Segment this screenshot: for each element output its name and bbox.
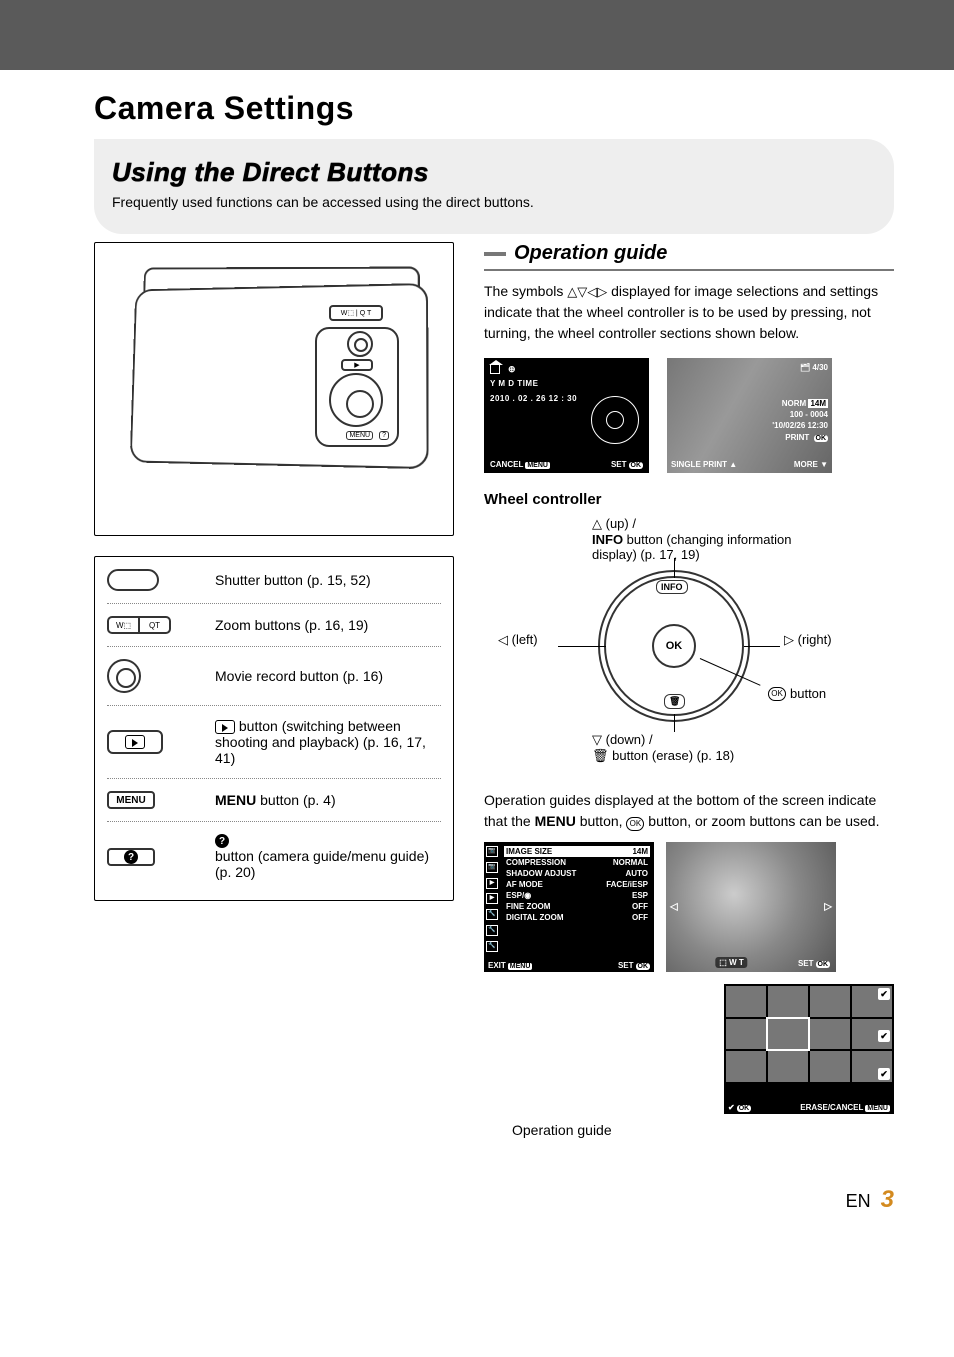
wrench1-icon: 🔧 bbox=[486, 909, 498, 920]
wheel-up-label: △ (up) / INFO button (changing informati… bbox=[592, 516, 822, 562]
section-subtitle: Using the Direct Buttons bbox=[112, 157, 870, 188]
wheel-down-label: ▽ (down) /🗑 button (erase) (p. 18) bbox=[592, 732, 734, 764]
ymd-header: Y M D TIME bbox=[490, 379, 643, 388]
up-arrow-icon: ▲ bbox=[729, 460, 737, 469]
playback-screen: 🗂 4/30 NORM 14M 100 - 0004 '10/02/26 12:… bbox=[667, 358, 832, 473]
menu-screen: 📷 📷 ▶ ▶ 🔧 🔧 🔧 IMAGE SIZE14M COMPRESSIONN… bbox=[484, 842, 654, 972]
play2-icon: ▶ bbox=[486, 878, 498, 889]
footer-lang: EN bbox=[846, 1191, 871, 1212]
help-label: ? button (camera guide/menu guide) (p. 2… bbox=[215, 834, 441, 880]
home-icon bbox=[490, 364, 500, 374]
playback-counter: 🗂 4/30 bbox=[800, 362, 828, 373]
section-desc: Frequently used functions can be accesse… bbox=[112, 194, 870, 210]
left-arrow-icon: ◁ bbox=[670, 902, 678, 913]
menu-button-icon: MENU bbox=[107, 791, 155, 809]
cam2-icon: 📷 bbox=[486, 862, 498, 873]
page-title: Camera Settings bbox=[94, 90, 894, 127]
down-arrow-icon: ▼ bbox=[820, 460, 828, 469]
zoom-preview-screen: ◁▷ ⬚ W T SETOK bbox=[666, 842, 836, 972]
movie-label: Movie record button (p. 16) bbox=[215, 668, 441, 684]
playback-meta: NORM 14M 100 - 0004 '10/02/26 12:30 PRIN… bbox=[772, 398, 828, 443]
camera-play-icon: ▶ bbox=[341, 359, 373, 371]
ok-inline-icon: OK bbox=[626, 817, 644, 831]
wrench2-icon: 🔧 bbox=[486, 925, 498, 936]
check-icon: ✔ bbox=[878, 1068, 890, 1080]
wheel-left-label: ◁ (left) bbox=[498, 632, 538, 648]
ok-center-icon: OK bbox=[652, 624, 696, 668]
wheel-right-label: ▷ (right) bbox=[784, 632, 832, 648]
menu-label: MENU button (p. 4) bbox=[215, 792, 441, 808]
playback-inline-icon bbox=[215, 720, 235, 734]
check-icon: ✔ bbox=[878, 1030, 890, 1042]
wheel-controller-heading: Wheel controller bbox=[484, 491, 894, 508]
help-button-icon: ? bbox=[107, 848, 155, 866]
operation-guide-heading: Operation guide bbox=[484, 242, 894, 271]
camera-zoom-icon: W⬚ | Q T bbox=[329, 305, 383, 321]
section-box: Using the Direct Buttons Frequently used… bbox=[94, 139, 894, 234]
menu-rows: IMAGE SIZE14M COMPRESSIONNORMAL SHADOW A… bbox=[504, 846, 650, 923]
op-guide-intro: The symbols △▽◁▷ displayed for image sel… bbox=[484, 281, 894, 344]
check-icon: ✔ bbox=[878, 988, 890, 1000]
cam-icon: 📷 bbox=[486, 846, 498, 857]
op-guide-bottom-text: Operation guides displayed at the bottom… bbox=[484, 790, 894, 832]
zoom-label: Zoom buttons (p. 16, 19) bbox=[215, 617, 441, 633]
camera-illustration-panel: W⬚ | Q T ▶ MENU? bbox=[94, 242, 454, 536]
page-content: Camera Settings Using the Direct Buttons… bbox=[0, 70, 954, 1178]
wheel-ok-label: OK button bbox=[768, 686, 826, 701]
wrench3-icon: 🔧 bbox=[486, 941, 498, 952]
page-footer: EN 3 bbox=[0, 1178, 954, 1238]
ok-small-icon: OK bbox=[768, 687, 786, 701]
help-inline-icon: ? bbox=[215, 834, 229, 848]
trash-chip-icon: 🗑 bbox=[664, 694, 685, 709]
arrow-glyphs: △▽◁▷ bbox=[567, 284, 607, 299]
button-list-panel: Shutter button (p. 15, 52) W⬚ Q T Zoom b… bbox=[94, 556, 454, 901]
top-grey-bar bbox=[0, 0, 954, 70]
footer-page-number: 3 bbox=[881, 1186, 894, 1214]
playback-button-icon bbox=[107, 730, 163, 754]
play3-icon: ▶ bbox=[486, 893, 498, 904]
operation-guide-caption: Operation guide bbox=[512, 1122, 894, 1138]
shutter-label: Shutter button (p. 15, 52) bbox=[215, 572, 441, 588]
camera-wheel-icon bbox=[329, 373, 383, 427]
wheel-diagram: △ (up) / INFO button (changing informati… bbox=[484, 516, 894, 776]
thumbnail-screen: ✔ ✔ ✔ ✔OK ERASE/CANCELMENU bbox=[724, 984, 894, 1114]
movie-record-icon bbox=[107, 659, 141, 693]
world-icon: ⊕ bbox=[508, 364, 516, 375]
camera-illustration: W⬚ | Q T ▶ MENU? bbox=[107, 255, 441, 515]
shutter-icon bbox=[107, 569, 159, 591]
playback-label: button (switching between shooting and p… bbox=[215, 718, 441, 766]
dial-icon bbox=[591, 396, 639, 444]
zoom-buttons-icon: W⬚ Q T bbox=[107, 616, 171, 634]
date-setting-screen: ⊕ Y M D TIME 2010 . 02 . 26 12 : 30 CANC… bbox=[484, 358, 649, 473]
camera-record-icon bbox=[347, 331, 373, 357]
zoom-control: ⬚ W T bbox=[715, 957, 747, 968]
info-chip-icon: INFO bbox=[656, 580, 688, 594]
right-arrow-icon: ▷ bbox=[824, 902, 832, 913]
